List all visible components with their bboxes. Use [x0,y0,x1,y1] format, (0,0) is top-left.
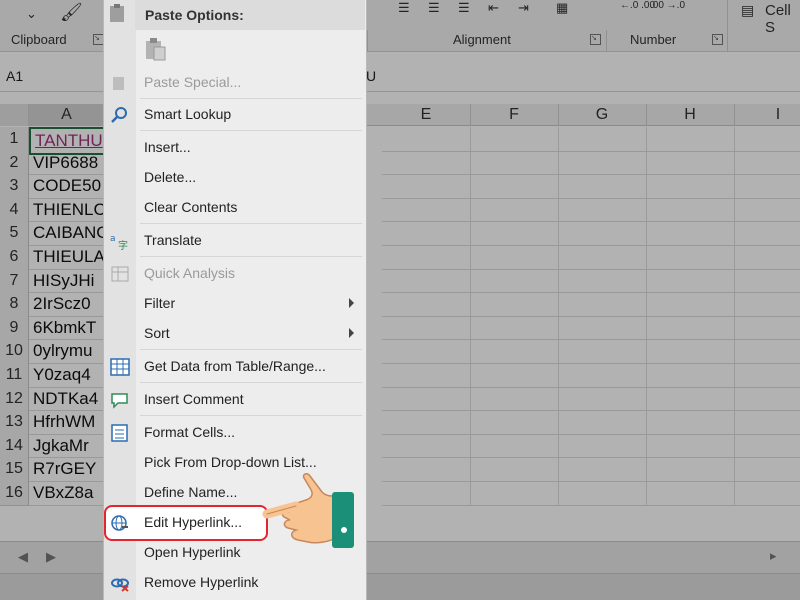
menu-item-label: Delete... [144,169,197,185]
menu-item-label: Get Data from Table/Range... [144,358,326,374]
menu-item-remove-hyperlink[interactable]: Remove Hyperlink [104,568,366,598]
menu-separator [140,382,362,383]
svg-text:a: a [110,234,116,244]
remove-hyperlink-icon [110,574,130,592]
menu-item-label: Open Hyperlink [144,544,241,560]
paste-icon[interactable] [144,36,168,62]
menu-separator [140,349,362,350]
menu-item-translate[interactable]: a 字 Translate [104,226,366,256]
menu-item-label: Insert Comment [144,391,244,407]
menu-item-clear-contents[interactable]: Clear Contents [104,193,366,223]
menu-item-insert[interactable]: Insert... [104,133,366,163]
menu-item-format-cells[interactable]: Format Cells... [104,418,366,448]
edit-hyperlink-highlight[interactable]: Edit Hyperlink... [104,505,268,541]
menu-item-label: Translate [144,232,202,248]
menu-item-sort[interactable]: Sort [104,319,366,349]
search-icon [110,106,130,124]
hyperlink-icon [110,514,130,532]
menu-item-filter[interactable]: Filter [104,289,366,319]
menu-item-insert-comment[interactable]: Insert Comment [104,385,366,415]
menu-separator [140,415,362,416]
menu-separator [140,98,362,99]
table-icon [110,358,130,376]
pointing-hand-icon [262,473,354,548]
menu-item-label: Sort [144,325,170,341]
paste-special-icon [110,74,130,92]
menu-item-label: Quick Analysis [144,265,236,281]
menu-item-edit-hyperlink[interactable]: Edit Hyperlink... [104,508,264,538]
menu-item-label: Format Cells... [144,424,236,440]
format-cells-icon [110,424,130,442]
submenu-arrow-icon [349,298,354,308]
translate-icon: a字 [110,232,130,252]
svg-text:字: 字 [118,239,128,250]
submenu-arrow-icon [349,328,354,338]
comment-icon [110,391,130,409]
menu-item-delete[interactable]: Delete... [104,163,366,193]
menu-item-label: Edit Hyperlink... [144,514,243,530]
paste-options-header: Paste Options: [135,0,365,30]
menu-separator [140,130,362,131]
menu-item-paste-special: Paste Special... [104,68,366,98]
menu-item-smart-lookup[interactable]: Smart Lookup [104,100,366,130]
menu-item-quick-analysis: Quick Analysis [104,259,366,289]
menu-item-get-data-from-table-range[interactable]: Get Data from Table/Range... [104,352,366,382]
menu-separator [140,256,362,257]
menu-separator [140,223,362,224]
clipboard-paste-icon [107,2,129,24]
menu-item-label: Remove Hyperlink [144,574,259,590]
menu-item-label: Pick From Drop-down List... [144,454,317,470]
menu-item-label: Insert... [144,139,191,155]
paste-options-label: Paste Options: [145,7,244,23]
menu-item-label: Smart Lookup [144,106,232,122]
menu-item-label: Clear Contents [144,199,238,215]
menu-item-label: Paste Special... [144,74,242,90]
menu-item-label: Define Name... [144,484,238,500]
quick-analysis-icon [110,265,130,283]
menu-item-label: Filter [144,295,176,311]
